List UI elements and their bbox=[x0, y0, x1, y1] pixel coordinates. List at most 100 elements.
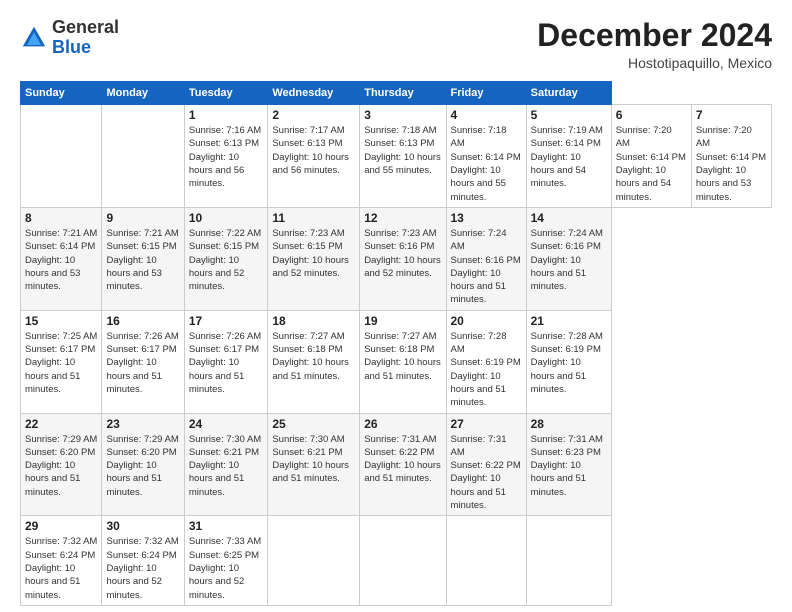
day-number: 7 bbox=[696, 108, 767, 122]
day-info: Sunrise: 7:23 AM Sunset: 6:15 PM Dayligh… bbox=[272, 227, 355, 280]
sunset: Sunset: 6:22 PM bbox=[364, 447, 434, 458]
table-row: 22 Sunrise: 7:29 AM Sunset: 6:20 PM Dayl… bbox=[21, 413, 102, 516]
table-row: 13 Sunrise: 7:24 AM Sunset: 6:16 PM Dayl… bbox=[446, 207, 526, 310]
col-sunday: Sunday bbox=[21, 82, 102, 105]
daylight: Daylight: 10 hours and 51 minutes. bbox=[272, 357, 349, 381]
sunrise: Sunrise: 7:31 AM bbox=[364, 434, 436, 445]
daylight: Daylight: 10 hours and 53 minutes. bbox=[696, 165, 751, 203]
day-number: 5 bbox=[531, 108, 607, 122]
col-wednesday: Wednesday bbox=[268, 82, 360, 105]
daylight: Daylight: 10 hours and 55 minutes. bbox=[451, 165, 506, 203]
day-info: Sunrise: 7:32 AM Sunset: 6:24 PM Dayligh… bbox=[25, 535, 97, 601]
table-row: 16 Sunrise: 7:26 AM Sunset: 6:17 PM Dayl… bbox=[102, 310, 184, 413]
daylight: Daylight: 10 hours and 51 minutes. bbox=[25, 460, 80, 498]
sunset: Sunset: 6:19 PM bbox=[451, 357, 521, 368]
table-row bbox=[21, 105, 102, 208]
sunrise: Sunrise: 7:31 AM bbox=[531, 434, 603, 445]
sunrise: Sunrise: 7:25 AM bbox=[25, 331, 97, 342]
table-row: 15 Sunrise: 7:25 AM Sunset: 6:17 PM Dayl… bbox=[21, 310, 102, 413]
location: Hostotipaquillo, Mexico bbox=[537, 55, 772, 71]
sunrise: Sunrise: 7:24 AM bbox=[451, 228, 507, 252]
table-row: 20 Sunrise: 7:28 AM Sunset: 6:19 PM Dayl… bbox=[446, 310, 526, 413]
sunrise: Sunrise: 7:26 AM bbox=[189, 331, 261, 342]
table-row: 4 Sunrise: 7:18 AM Sunset: 6:14 PM Dayli… bbox=[446, 105, 526, 208]
table-row: 12 Sunrise: 7:23 AM Sunset: 6:16 PM Dayl… bbox=[360, 207, 446, 310]
day-info: Sunrise: 7:18 AM Sunset: 6:14 PM Dayligh… bbox=[451, 124, 522, 204]
day-info: Sunrise: 7:24 AM Sunset: 6:16 PM Dayligh… bbox=[451, 227, 522, 307]
daylight: Daylight: 10 hours and 51 minutes. bbox=[25, 357, 80, 395]
day-info: Sunrise: 7:27 AM Sunset: 6:18 PM Dayligh… bbox=[364, 330, 441, 383]
sunset: Sunset: 6:14 PM bbox=[616, 152, 686, 163]
daylight: Daylight: 10 hours and 54 minutes. bbox=[616, 165, 671, 203]
sunset: Sunset: 6:17 PM bbox=[25, 344, 95, 355]
logo-text: General Blue bbox=[52, 18, 119, 58]
day-info: Sunrise: 7:23 AM Sunset: 6:16 PM Dayligh… bbox=[364, 227, 441, 280]
day-info: Sunrise: 7:19 AM Sunset: 6:14 PM Dayligh… bbox=[531, 124, 607, 190]
day-info: Sunrise: 7:24 AM Sunset: 6:16 PM Dayligh… bbox=[531, 227, 607, 293]
sunrise: Sunrise: 7:23 AM bbox=[272, 228, 344, 239]
day-number: 15 bbox=[25, 314, 97, 328]
table-row: 23 Sunrise: 7:29 AM Sunset: 6:20 PM Dayl… bbox=[102, 413, 184, 516]
day-number: 21 bbox=[531, 314, 607, 328]
day-info: Sunrise: 7:31 AM Sunset: 6:23 PM Dayligh… bbox=[531, 433, 607, 499]
logo-blue: Blue bbox=[52, 37, 91, 57]
sunrise: Sunrise: 7:32 AM bbox=[106, 536, 178, 547]
day-number: 6 bbox=[616, 108, 687, 122]
calendar-week-row: 15 Sunrise: 7:25 AM Sunset: 6:17 PM Dayl… bbox=[21, 310, 772, 413]
logo-icon bbox=[20, 24, 48, 52]
sunset: Sunset: 6:16 PM bbox=[451, 255, 521, 266]
day-info: Sunrise: 7:20 AM Sunset: 6:14 PM Dayligh… bbox=[616, 124, 687, 204]
daylight: Daylight: 10 hours and 56 minutes. bbox=[272, 152, 349, 176]
sunset: Sunset: 6:16 PM bbox=[531, 241, 601, 252]
day-number: 23 bbox=[106, 417, 179, 431]
table-row: 7 Sunrise: 7:20 AM Sunset: 6:14 PM Dayli… bbox=[691, 105, 771, 208]
sunrise: Sunrise: 7:18 AM bbox=[364, 125, 436, 136]
table-row: 2 Sunrise: 7:17 AM Sunset: 6:13 PM Dayli… bbox=[268, 105, 360, 208]
sunrise: Sunrise: 7:21 AM bbox=[25, 228, 97, 239]
daylight: Daylight: 10 hours and 52 minutes. bbox=[189, 255, 244, 293]
daylight: Daylight: 10 hours and 51 minutes. bbox=[106, 357, 161, 395]
sunset: Sunset: 6:13 PM bbox=[272, 138, 342, 149]
sunrise: Sunrise: 7:31 AM bbox=[451, 434, 507, 458]
day-number: 12 bbox=[364, 211, 441, 225]
sunrise: Sunrise: 7:27 AM bbox=[272, 331, 344, 342]
table-row: 31 Sunrise: 7:33 AM Sunset: 6:25 PM Dayl… bbox=[184, 516, 267, 605]
daylight: Daylight: 10 hours and 51 minutes. bbox=[451, 473, 506, 511]
table-row: 9 Sunrise: 7:21 AM Sunset: 6:15 PM Dayli… bbox=[102, 207, 184, 310]
sunset: Sunset: 6:16 PM bbox=[364, 241, 434, 252]
day-info: Sunrise: 7:21 AM Sunset: 6:15 PM Dayligh… bbox=[106, 227, 179, 293]
table-row: 5 Sunrise: 7:19 AM Sunset: 6:14 PM Dayli… bbox=[526, 105, 611, 208]
daylight: Daylight: 10 hours and 52 minutes. bbox=[272, 255, 349, 279]
daylight: Daylight: 10 hours and 52 minutes. bbox=[106, 563, 161, 601]
daylight: Daylight: 10 hours and 51 minutes. bbox=[25, 563, 80, 601]
daylight: Daylight: 10 hours and 51 minutes. bbox=[189, 460, 244, 498]
sunset: Sunset: 6:14 PM bbox=[531, 138, 601, 149]
sunset: Sunset: 6:14 PM bbox=[451, 152, 521, 163]
daylight: Daylight: 10 hours and 53 minutes. bbox=[106, 255, 161, 293]
day-number: 18 bbox=[272, 314, 355, 328]
sunset: Sunset: 6:14 PM bbox=[696, 152, 766, 163]
sunrise: Sunrise: 7:23 AM bbox=[364, 228, 436, 239]
daylight: Daylight: 10 hours and 56 minutes. bbox=[189, 152, 244, 190]
sunrise: Sunrise: 7:26 AM bbox=[106, 331, 178, 342]
month-title: December 2024 bbox=[537, 18, 772, 53]
table-row: 26 Sunrise: 7:31 AM Sunset: 6:22 PM Dayl… bbox=[360, 413, 446, 516]
sunrise: Sunrise: 7:28 AM bbox=[451, 331, 507, 355]
day-info: Sunrise: 7:28 AM Sunset: 6:19 PM Dayligh… bbox=[531, 330, 607, 396]
calendar-week-row: 29 Sunrise: 7:32 AM Sunset: 6:24 PM Dayl… bbox=[21, 516, 772, 605]
daylight: Daylight: 10 hours and 51 minutes. bbox=[531, 460, 586, 498]
day-number: 20 bbox=[451, 314, 522, 328]
day-info: Sunrise: 7:22 AM Sunset: 6:15 PM Dayligh… bbox=[189, 227, 263, 293]
table-row: 18 Sunrise: 7:27 AM Sunset: 6:18 PM Dayl… bbox=[268, 310, 360, 413]
sunrise: Sunrise: 7:20 AM bbox=[616, 125, 672, 149]
day-number: 30 bbox=[106, 519, 179, 533]
sunset: Sunset: 6:22 PM bbox=[451, 460, 521, 471]
calendar-week-row: 1 Sunrise: 7:16 AM Sunset: 6:13 PM Dayli… bbox=[21, 105, 772, 208]
day-info: Sunrise: 7:29 AM Sunset: 6:20 PM Dayligh… bbox=[106, 433, 179, 499]
sunrise: Sunrise: 7:29 AM bbox=[25, 434, 97, 445]
daylight: Daylight: 10 hours and 51 minutes. bbox=[451, 268, 506, 306]
day-number: 2 bbox=[272, 108, 355, 122]
calendar-week-row: 22 Sunrise: 7:29 AM Sunset: 6:20 PM Dayl… bbox=[21, 413, 772, 516]
table-row bbox=[526, 516, 611, 605]
daylight: Daylight: 10 hours and 53 minutes. bbox=[25, 255, 80, 293]
